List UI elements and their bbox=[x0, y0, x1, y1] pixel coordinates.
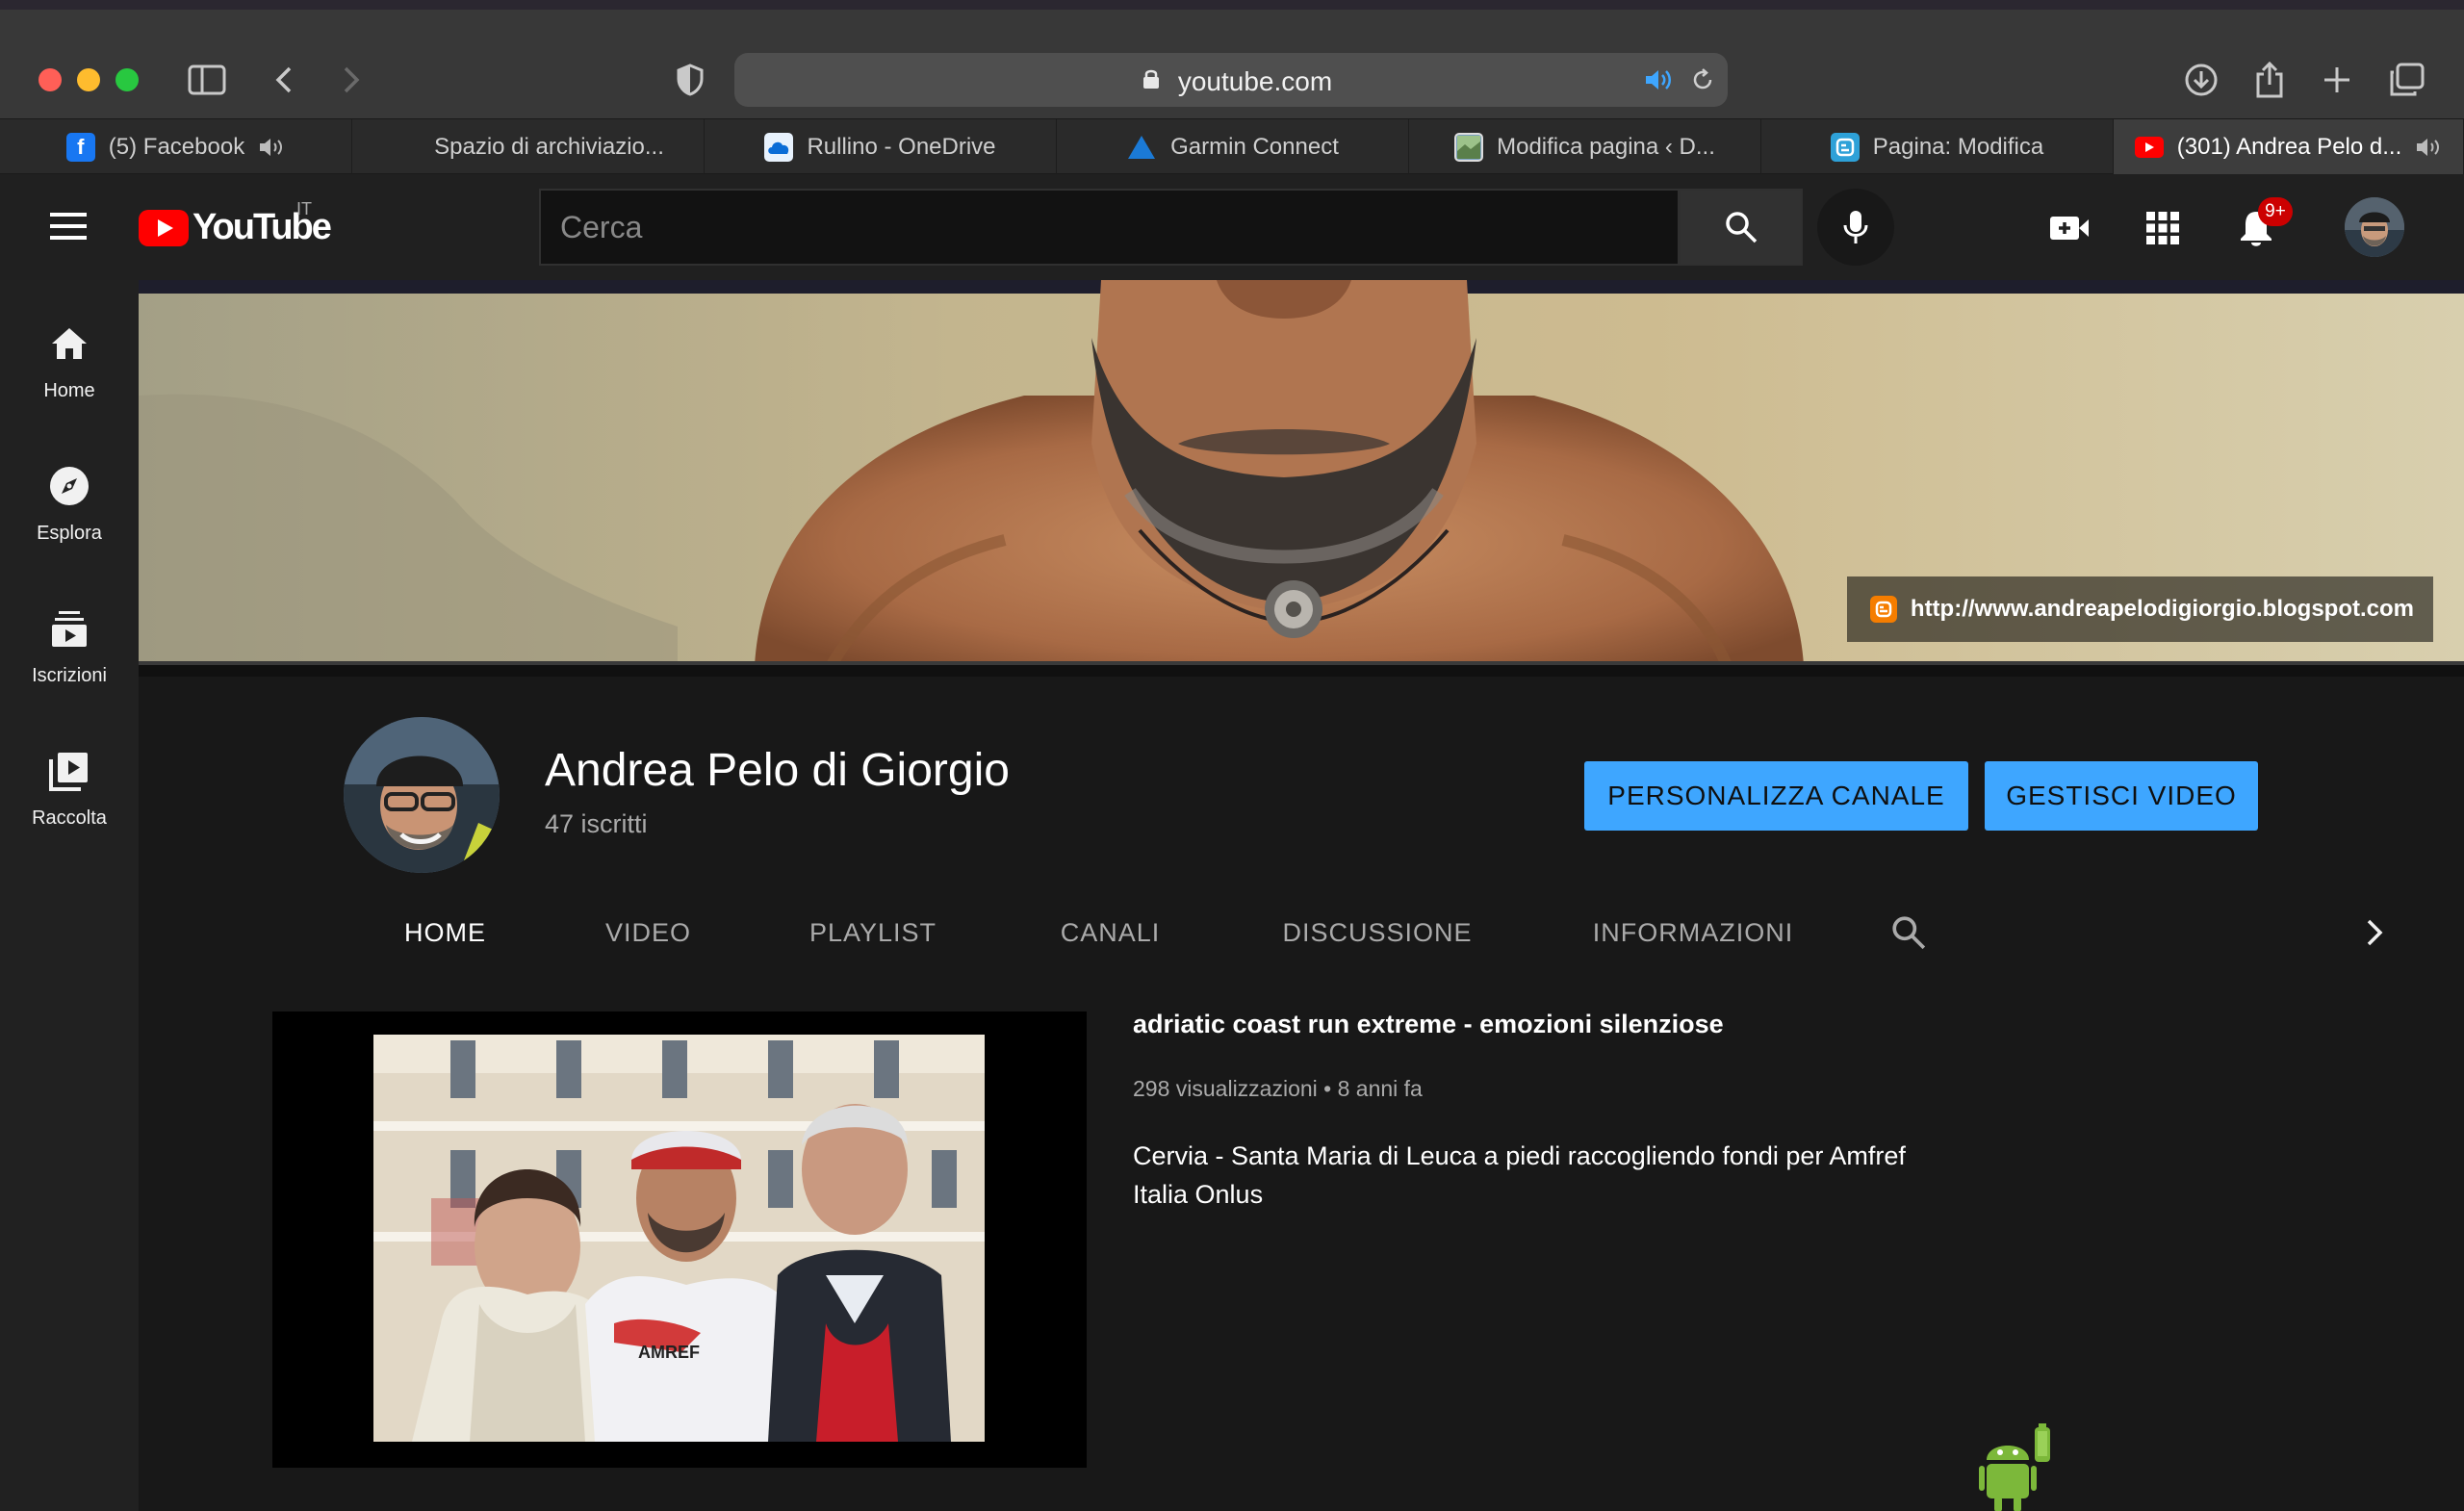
tab-discussion[interactable]: DISCUSSIONE bbox=[1224, 890, 1530, 975]
tab-title: Pagina: Modifica bbox=[1872, 133, 2044, 160]
sidebar-toggle-icon[interactable] bbox=[183, 56, 231, 104]
tab-title: Garmin Connect bbox=[1170, 133, 1339, 160]
reload-icon[interactable] bbox=[1690, 67, 1715, 92]
sidebar-item-library[interactable]: Raccolta bbox=[0, 707, 139, 832]
minimize-window-button[interactable] bbox=[77, 68, 100, 91]
tab-video[interactable]: VIDEO bbox=[547, 890, 750, 975]
tab-overview-icon[interactable] bbox=[2382, 56, 2430, 104]
subscriber-count: 47 iscritti bbox=[545, 809, 648, 838]
youtube-play-icon bbox=[139, 209, 189, 246]
sidebar-item-subscriptions[interactable]: Iscrizioni bbox=[0, 565, 139, 690]
country-code: IT bbox=[296, 199, 312, 218]
video-description: Cervia - Santa Maria di Leuca a piedi ra… bbox=[1133, 1141, 1906, 1209]
tab-youtube[interactable]: (301) Andrea Pelo d... bbox=[2114, 119, 2464, 174]
tabs-scroll-right-icon[interactable] bbox=[2336, 890, 2413, 975]
new-tab-icon[interactable] bbox=[2313, 56, 2361, 104]
tab-onedrive-storage[interactable]: Spazio di archiviazio... bbox=[352, 119, 705, 174]
video-title[interactable]: adriatic coast run extreme - emozioni si… bbox=[1133, 1010, 1724, 1039]
banner-blog-link[interactable]: http://www.andreapelodigiorgio.blogspot.… bbox=[1846, 576, 2433, 642]
tab-blogger[interactable]: Pagina: Modifica bbox=[1761, 119, 2114, 174]
tab-title: (301) Andrea Pelo d... bbox=[2176, 133, 2402, 160]
android-mascot-icon bbox=[1979, 1423, 2056, 1511]
channel-name: Andrea Pelo di Giorgio bbox=[545, 745, 1010, 796]
search-input[interactable] bbox=[541, 191, 1681, 264]
tab-home[interactable]: HOME bbox=[344, 890, 547, 975]
facebook-icon: f bbox=[65, 132, 95, 162]
downloads-icon[interactable] bbox=[2177, 56, 2225, 104]
search-icon bbox=[1726, 212, 1758, 243]
subscriptions-icon bbox=[46, 605, 92, 652]
microphone-icon bbox=[1843, 211, 1868, 243]
sidebar-label: Home bbox=[43, 380, 95, 401]
apps-grid-icon[interactable] bbox=[2136, 201, 2190, 255]
create-video-icon[interactable] bbox=[2042, 201, 2096, 255]
channel-tabs: HOME VIDEO PLAYLIST CANALI DISCUSSIONE I… bbox=[344, 890, 2413, 975]
garmin-icon bbox=[1128, 135, 1156, 159]
tab-about[interactable]: INFORMAZIONI bbox=[1530, 890, 1856, 975]
compass-icon bbox=[46, 463, 92, 509]
audio-playing-icon[interactable] bbox=[1644, 68, 1673, 91]
tab-playlist[interactable]: PLAYLIST bbox=[750, 890, 996, 975]
back-icon[interactable] bbox=[260, 56, 308, 104]
video-thumbnail[interactable]: AMREF bbox=[373, 1035, 985, 1442]
channel-home-content: AMREF adriatic coast run extreme - emozi… bbox=[139, 963, 2464, 1511]
share-icon[interactable] bbox=[2246, 56, 2294, 104]
macos-menubar bbox=[0, 0, 2464, 10]
banner-link-text: http://www.andreapelodigiorgio.blogspot.… bbox=[1910, 596, 2414, 622]
tab-onedrive[interactable]: Rullino - OneDrive bbox=[705, 119, 1057, 174]
customize-channel-button[interactable]: PERSONALIZZA CANALE bbox=[1584, 761, 1968, 831]
video-meta: 298 visualizzazioni • 8 anni fa bbox=[1133, 1076, 1423, 1101]
url-text: youtube.com bbox=[1177, 66, 1333, 96]
shirt-text: AMREF bbox=[638, 1343, 700, 1362]
browser-toolbar: youtube.com bbox=[0, 10, 2464, 118]
manage-videos-button[interactable]: GESTISCI VIDEO bbox=[1985, 761, 2258, 831]
browser-tab-strip: f (5) Facebook Spazio di archiviazio... … bbox=[0, 118, 2464, 174]
youtube-logo[interactable]: YouTube IT bbox=[139, 199, 332, 248]
sidebar-item-explore[interactable]: Esplora bbox=[0, 423, 139, 548]
sidebar-label: Iscrizioni bbox=[32, 665, 107, 686]
account-avatar[interactable] bbox=[2345, 197, 2404, 257]
youtube-icon bbox=[2134, 136, 2164, 158]
channel-search-icon[interactable] bbox=[1856, 890, 1962, 975]
tab-facebook[interactable]: f (5) Facebook bbox=[0, 119, 352, 174]
privacy-shield-icon[interactable] bbox=[666, 56, 714, 104]
featured-video-player[interactable]: AMREF bbox=[272, 1012, 1087, 1468]
sidebar-item-home[interactable]: Home bbox=[0, 280, 139, 405]
tab-title: Spazio di archiviazio... bbox=[434, 133, 664, 160]
channel-header: Andrea Pelo di Giorgio 47 iscritti PERSO… bbox=[139, 665, 2464, 975]
address-bar[interactable]: youtube.com bbox=[734, 53, 1728, 107]
tab-title: (5) Facebook bbox=[108, 133, 245, 160]
search-button[interactable] bbox=[1680, 189, 1803, 266]
notification-count-badge: 9+ bbox=[2258, 197, 2293, 226]
sidebar-label: Raccolta bbox=[32, 807, 107, 829]
search-box bbox=[539, 189, 1681, 266]
microsoft-icon bbox=[392, 133, 421, 162]
tab-channels[interactable]: CANALI bbox=[996, 890, 1224, 975]
voice-search-button[interactable] bbox=[1817, 189, 1894, 266]
sidebar-label: Esplora bbox=[37, 523, 102, 544]
forward-icon[interactable] bbox=[327, 56, 375, 104]
youtube-header: YouTube IT 9+ bbox=[0, 174, 2464, 280]
library-icon bbox=[46, 748, 92, 794]
menu-icon[interactable] bbox=[50, 213, 87, 242]
channel-banner: http://www.andreapelodigiorgio.blogspot.… bbox=[139, 280, 2464, 665]
tab-title: Modifica pagina ‹ D... bbox=[1497, 133, 1715, 160]
tab-garmin[interactable]: Garmin Connect bbox=[1057, 119, 1409, 174]
audio-icon[interactable] bbox=[2415, 137, 2442, 158]
home-icon bbox=[46, 320, 92, 367]
map-icon bbox=[1454, 132, 1484, 162]
left-sidebar: Home Esplora Iscrizioni Raccolta bbox=[0, 280, 139, 1511]
channel-avatar[interactable] bbox=[344, 717, 500, 873]
tab-edit-page[interactable]: Modifica pagina ‹ D... bbox=[1409, 119, 1761, 174]
onedrive-icon bbox=[764, 132, 794, 162]
blogger-icon bbox=[1830, 132, 1860, 162]
audio-icon[interactable] bbox=[258, 137, 285, 158]
blogger-icon bbox=[1869, 596, 1897, 623]
tab-title: Rullino - OneDrive bbox=[807, 133, 996, 160]
zoom-window-button[interactable] bbox=[116, 68, 139, 91]
close-window-button[interactable] bbox=[38, 68, 62, 91]
